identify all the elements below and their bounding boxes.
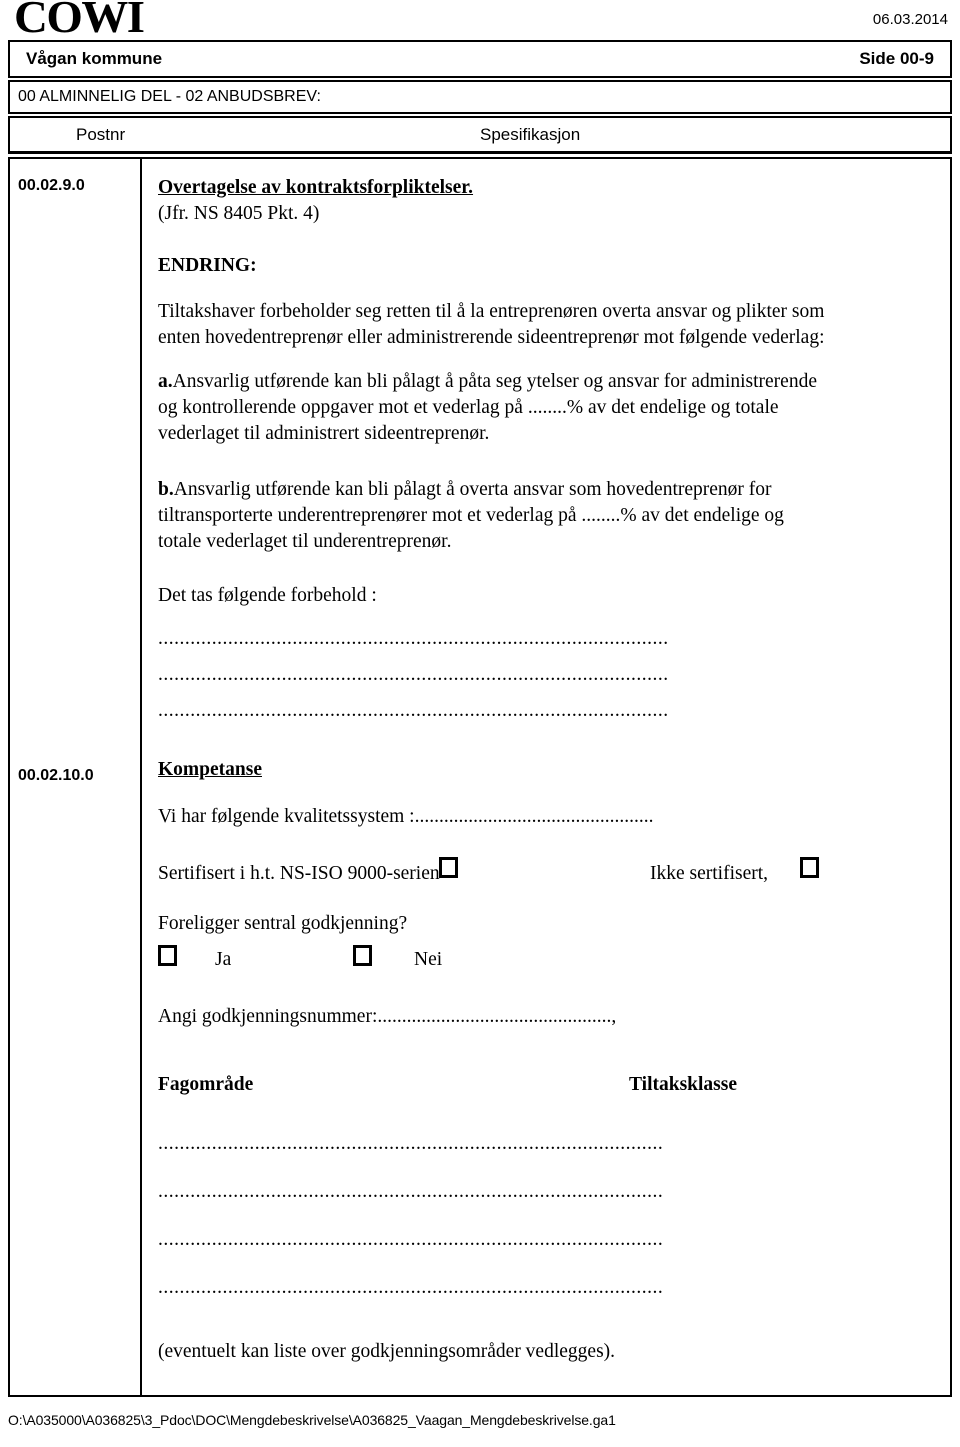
reservation-line-2[interactable]: ........................................… (158, 665, 688, 685)
entry-title-kompetanse: Kompetanse (158, 759, 262, 780)
quality-system-tail: .. (643, 806, 654, 827)
class-heading-tiltaksklasse: Tiltaksklasse (629, 1074, 738, 1095)
entry-title-overtagelse: Overtagelse av kontraktsforpliktelser. (158, 177, 474, 198)
page-number-label: Side 00-9 (859, 49, 934, 68)
document-page: COWI 06.03.2014 Vågan kommune Side 00-9 … (0, 0, 960, 1447)
not-certified-label: Ikke sertifisert, (650, 863, 769, 884)
certified-label: Sertifisert i h.t. NS-ISO 9000-serien (158, 863, 440, 884)
footer-file-path: O:\A035000\A036825\3_Pdoc\DOC\Mengdebesk… (8, 1412, 616, 1428)
cowi-logo: COWI (14, 0, 145, 42)
specification-table: 00.02.9.0 Overtagelse av kontraktsforpli… (8, 157, 952, 1397)
approval-no-label: Nei (414, 949, 443, 970)
approval-number-row: Angi godkjenningsnummer:................… (158, 1004, 616, 1030)
header-row-columns: Postnr Spesifikasjon (8, 116, 952, 154)
item-b-text: Ansvarlig utførende kan bli pålagt å ove… (158, 479, 784, 552)
item-a-text: Ansvarlig utførende kan bli pålagt å påt… (158, 371, 817, 444)
item-a: a.Ansvarlig utførende kan bli pålagt å p… (158, 369, 818, 447)
document-date: 06.03.2014 (872, 11, 948, 28)
approval-number-label: Angi godkjenningsnummer: (158, 1006, 378, 1027)
reservation-label: Det tas følgende forbehold : (158, 585, 377, 606)
reservation-line-3[interactable]: ........................................… (158, 701, 688, 721)
field-line-2[interactable]: ........................................… (158, 1182, 688, 1202)
item-a-marker: a. (158, 371, 173, 392)
postnr-00-02-10-0: 00.02.10.0 (18, 767, 94, 784)
endring-label: ENDRING: (158, 255, 257, 276)
item-b-marker: b. (158, 479, 174, 500)
company-name: Vågan kommune (26, 49, 163, 68)
reservation-line-1[interactable]: ........................................… (158, 629, 688, 649)
approval-no-checkbox[interactable] (353, 945, 372, 966)
field-heading-fagomrade: Fagområde (158, 1074, 254, 1095)
postnr-00-02-9-0: 00.02.9.0 (18, 177, 85, 194)
field-line-3[interactable]: ........................................… (158, 1230, 688, 1250)
field-line-4[interactable]: ........................................… (158, 1278, 688, 1298)
central-approval-question: Foreligger sentral godkjenning? (158, 913, 408, 934)
approval-number-dots[interactable]: ........................................… (377, 1006, 616, 1027)
quality-system-dots[interactable]: ........................................… (415, 806, 644, 827)
section-title: 00 ALMINNELIG DEL - 02 ANBUDSBREV: (18, 88, 321, 105)
masthead: COWI 06.03.2014 (0, 0, 960, 40)
attachment-note: (eventuelt kan liste over godkjenningsom… (158, 1341, 616, 1362)
field-line-1[interactable]: ........................................… (158, 1134, 688, 1154)
content-column: Overtagelse av kontraktsforpliktelser. (… (142, 159, 950, 1395)
item-b: b.Ansvarlig utførende kan bli pålagt å o… (158, 477, 818, 555)
column-header-spesifikasjon: Spesifikasjon (480, 124, 581, 144)
header-row-company: Vågan kommune Side 00-9 (8, 40, 952, 78)
certified-checkbox[interactable] (439, 857, 458, 878)
quality-system-label: Vi har følgende kvalitetssystem : (158, 806, 415, 827)
quality-system-row: Vi har følgende kvalitetssystem :.......… (158, 804, 653, 830)
entry-reference-ns8405: (Jfr. NS 8405 Pkt. 4) (158, 203, 320, 224)
entry-intro-paragraph: Tiltakshaver forbeholder seg retten til … (158, 301, 825, 348)
header-row-section: 00 ALMINNELIG DEL - 02 ANBUDSBREV: (8, 80, 952, 114)
approval-yes-label: Ja (215, 949, 232, 970)
column-header-postnr: Postnr (76, 124, 126, 144)
approval-yes-checkbox[interactable] (158, 945, 177, 966)
not-certified-checkbox[interactable] (800, 857, 819, 878)
